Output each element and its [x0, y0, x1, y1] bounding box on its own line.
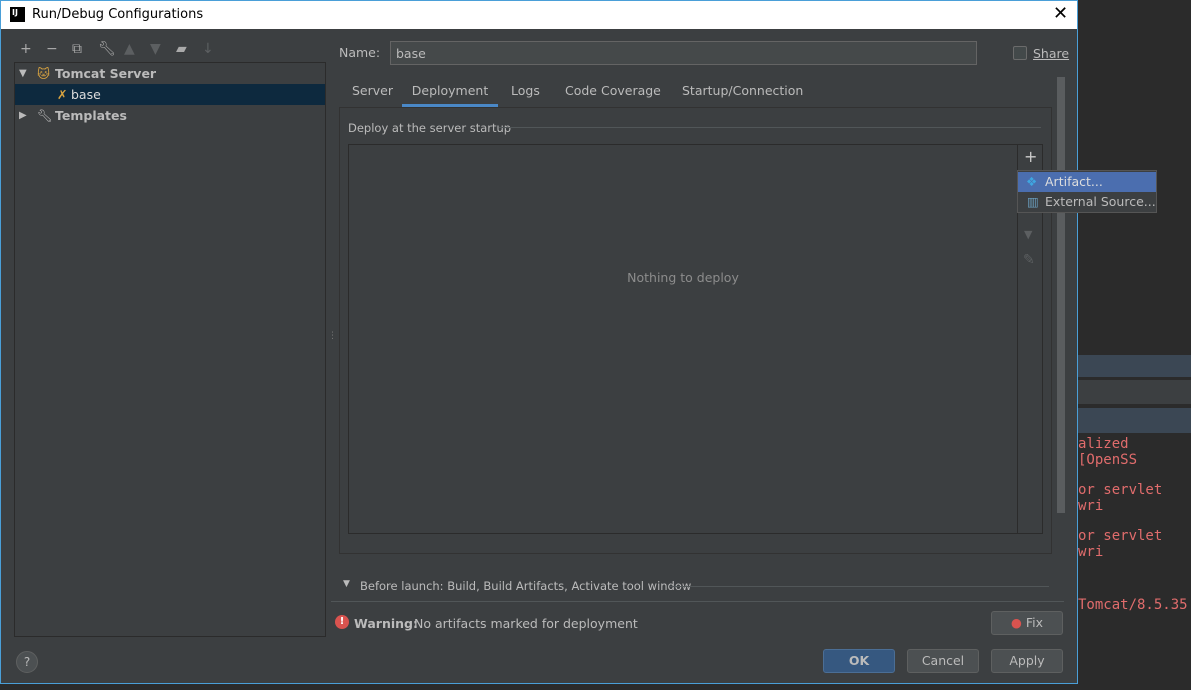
ok-button[interactable]: OK — [823, 649, 895, 673]
tab-code-coverage[interactable]: Code Coverage — [565, 79, 661, 107]
wrench-icon: 🔧︎ — [37, 108, 53, 123]
remove-icon[interactable]: − — [46, 41, 58, 57]
background-editor-strip — [1078, 0, 1191, 690]
tab-logs[interactable]: Logs — [511, 79, 540, 107]
share-checkbox[interactable] — [1013, 46, 1027, 60]
share-label[interactable]: Share — [1033, 46, 1069, 61]
move-down-icon[interactable]: ▼ — [150, 41, 161, 57]
wrench-icon[interactable]: 🔧︎ — [98, 41, 116, 57]
expand-arrow-icon[interactable]: ▼ — [19, 63, 27, 84]
new-folder-icon[interactable]: ▰ — [176, 41, 187, 57]
add-menu-popup: ❖ Artifact... ▥ External Source... — [1017, 170, 1157, 213]
add-icon[interactable]: + — [20, 41, 32, 57]
artifact-icon: ❖ — [1026, 174, 1038, 189]
console-line: or servlet wri — [1078, 528, 1163, 560]
copy-icon[interactable]: ⧉ — [72, 41, 82, 57]
console-line: Tomcat/8.5.35 — [1078, 597, 1188, 613]
tree-label: Tomcat Server — [55, 66, 157, 81]
tomcat-config-error-icon: ✗ — [57, 87, 68, 102]
intellij-logo-icon: IJ — [10, 7, 25, 22]
name-label: Name: — [339, 45, 381, 60]
add-icon[interactable]: + — [1024, 147, 1037, 166]
window-title: Run/Debug Configurations — [32, 7, 204, 22]
sort-icon[interactable]: ↓ — [202, 41, 214, 57]
menu-label: External Source... — [1045, 194, 1156, 209]
move-down-icon[interactable]: ▼ — [1024, 228, 1032, 241]
tomcat-icon: 🐱︎ — [37, 66, 51, 81]
fix-label: Fix — [1025, 615, 1044, 630]
name-input[interactable] — [390, 41, 977, 65]
collapse-arrow-icon[interactable]: ▼ — [343, 579, 350, 589]
tree-label: Templates — [55, 108, 127, 123]
tree-label: base — [71, 87, 101, 102]
scrollbar[interactable] — [1057, 77, 1065, 513]
config-tree: ▼ 🐱︎ Tomcat Server ✗ base ▶ 🔧︎ Templates — [14, 62, 326, 637]
move-up-icon[interactable]: ▲ — [124, 41, 135, 57]
console-line: alized [OpenSS — [1078, 436, 1138, 468]
tree-item-templates[interactable]: ▶ 🔧︎ Templates — [15, 105, 325, 126]
apply-button[interactable]: Apply — [991, 649, 1063, 673]
collapse-arrow-icon[interactable]: ▶ — [19, 105, 27, 126]
warning-label: Warning: — [354, 616, 418, 631]
cancel-button[interactable]: Cancel — [907, 649, 979, 673]
menu-label: Artifact... — [1045, 174, 1103, 189]
tab-deployment[interactable]: Deployment — [402, 79, 498, 107]
deploy-list[interactable]: Nothing to deploy — [348, 144, 1043, 534]
tab-server[interactable]: Server — [352, 79, 393, 107]
console-line: or servlet wri — [1078, 482, 1163, 514]
empty-text: Nothing to deploy — [627, 270, 739, 285]
fix-button[interactable]: ● Fix — [991, 611, 1063, 635]
title-bar: IJ Run/Debug Configurations ✕ — [1, 1, 1077, 29]
close-icon[interactable]: ✕ — [1053, 3, 1068, 24]
lightbulb-icon: ● — [1010, 615, 1022, 630]
menu-item-external-source[interactable]: ▥ External Source... — [1018, 192, 1156, 212]
archive-icon: ▥ — [1027, 194, 1039, 209]
before-launch-toggle[interactable]: Before launch: Build, Build Artifacts, A… — [360, 579, 691, 593]
run-debug-dialog: IJ Run/Debug Configurations ✕ + − ⧉ 🔧︎ ▲… — [0, 0, 1157, 684]
warning-text: No artifacts marked for deployment — [414, 616, 638, 631]
deploy-heading: Deploy at the server startup — [348, 121, 512, 135]
help-button[interactable]: ? — [16, 651, 38, 673]
tree-item-tomcat-server[interactable]: ▼ 🐱︎ Tomcat Server — [15, 63, 325, 84]
tree-item-base[interactable]: ✗ base — [15, 84, 325, 105]
splitter-handle[interactable]: ⋮ — [328, 331, 337, 341]
menu-item-artifact[interactable]: ❖ Artifact... — [1018, 172, 1156, 192]
error-icon: ! — [335, 615, 349, 629]
edit-icon[interactable]: ✎ — [1023, 252, 1035, 268]
tab-startup-connection[interactable]: Startup/Connection — [682, 79, 803, 107]
